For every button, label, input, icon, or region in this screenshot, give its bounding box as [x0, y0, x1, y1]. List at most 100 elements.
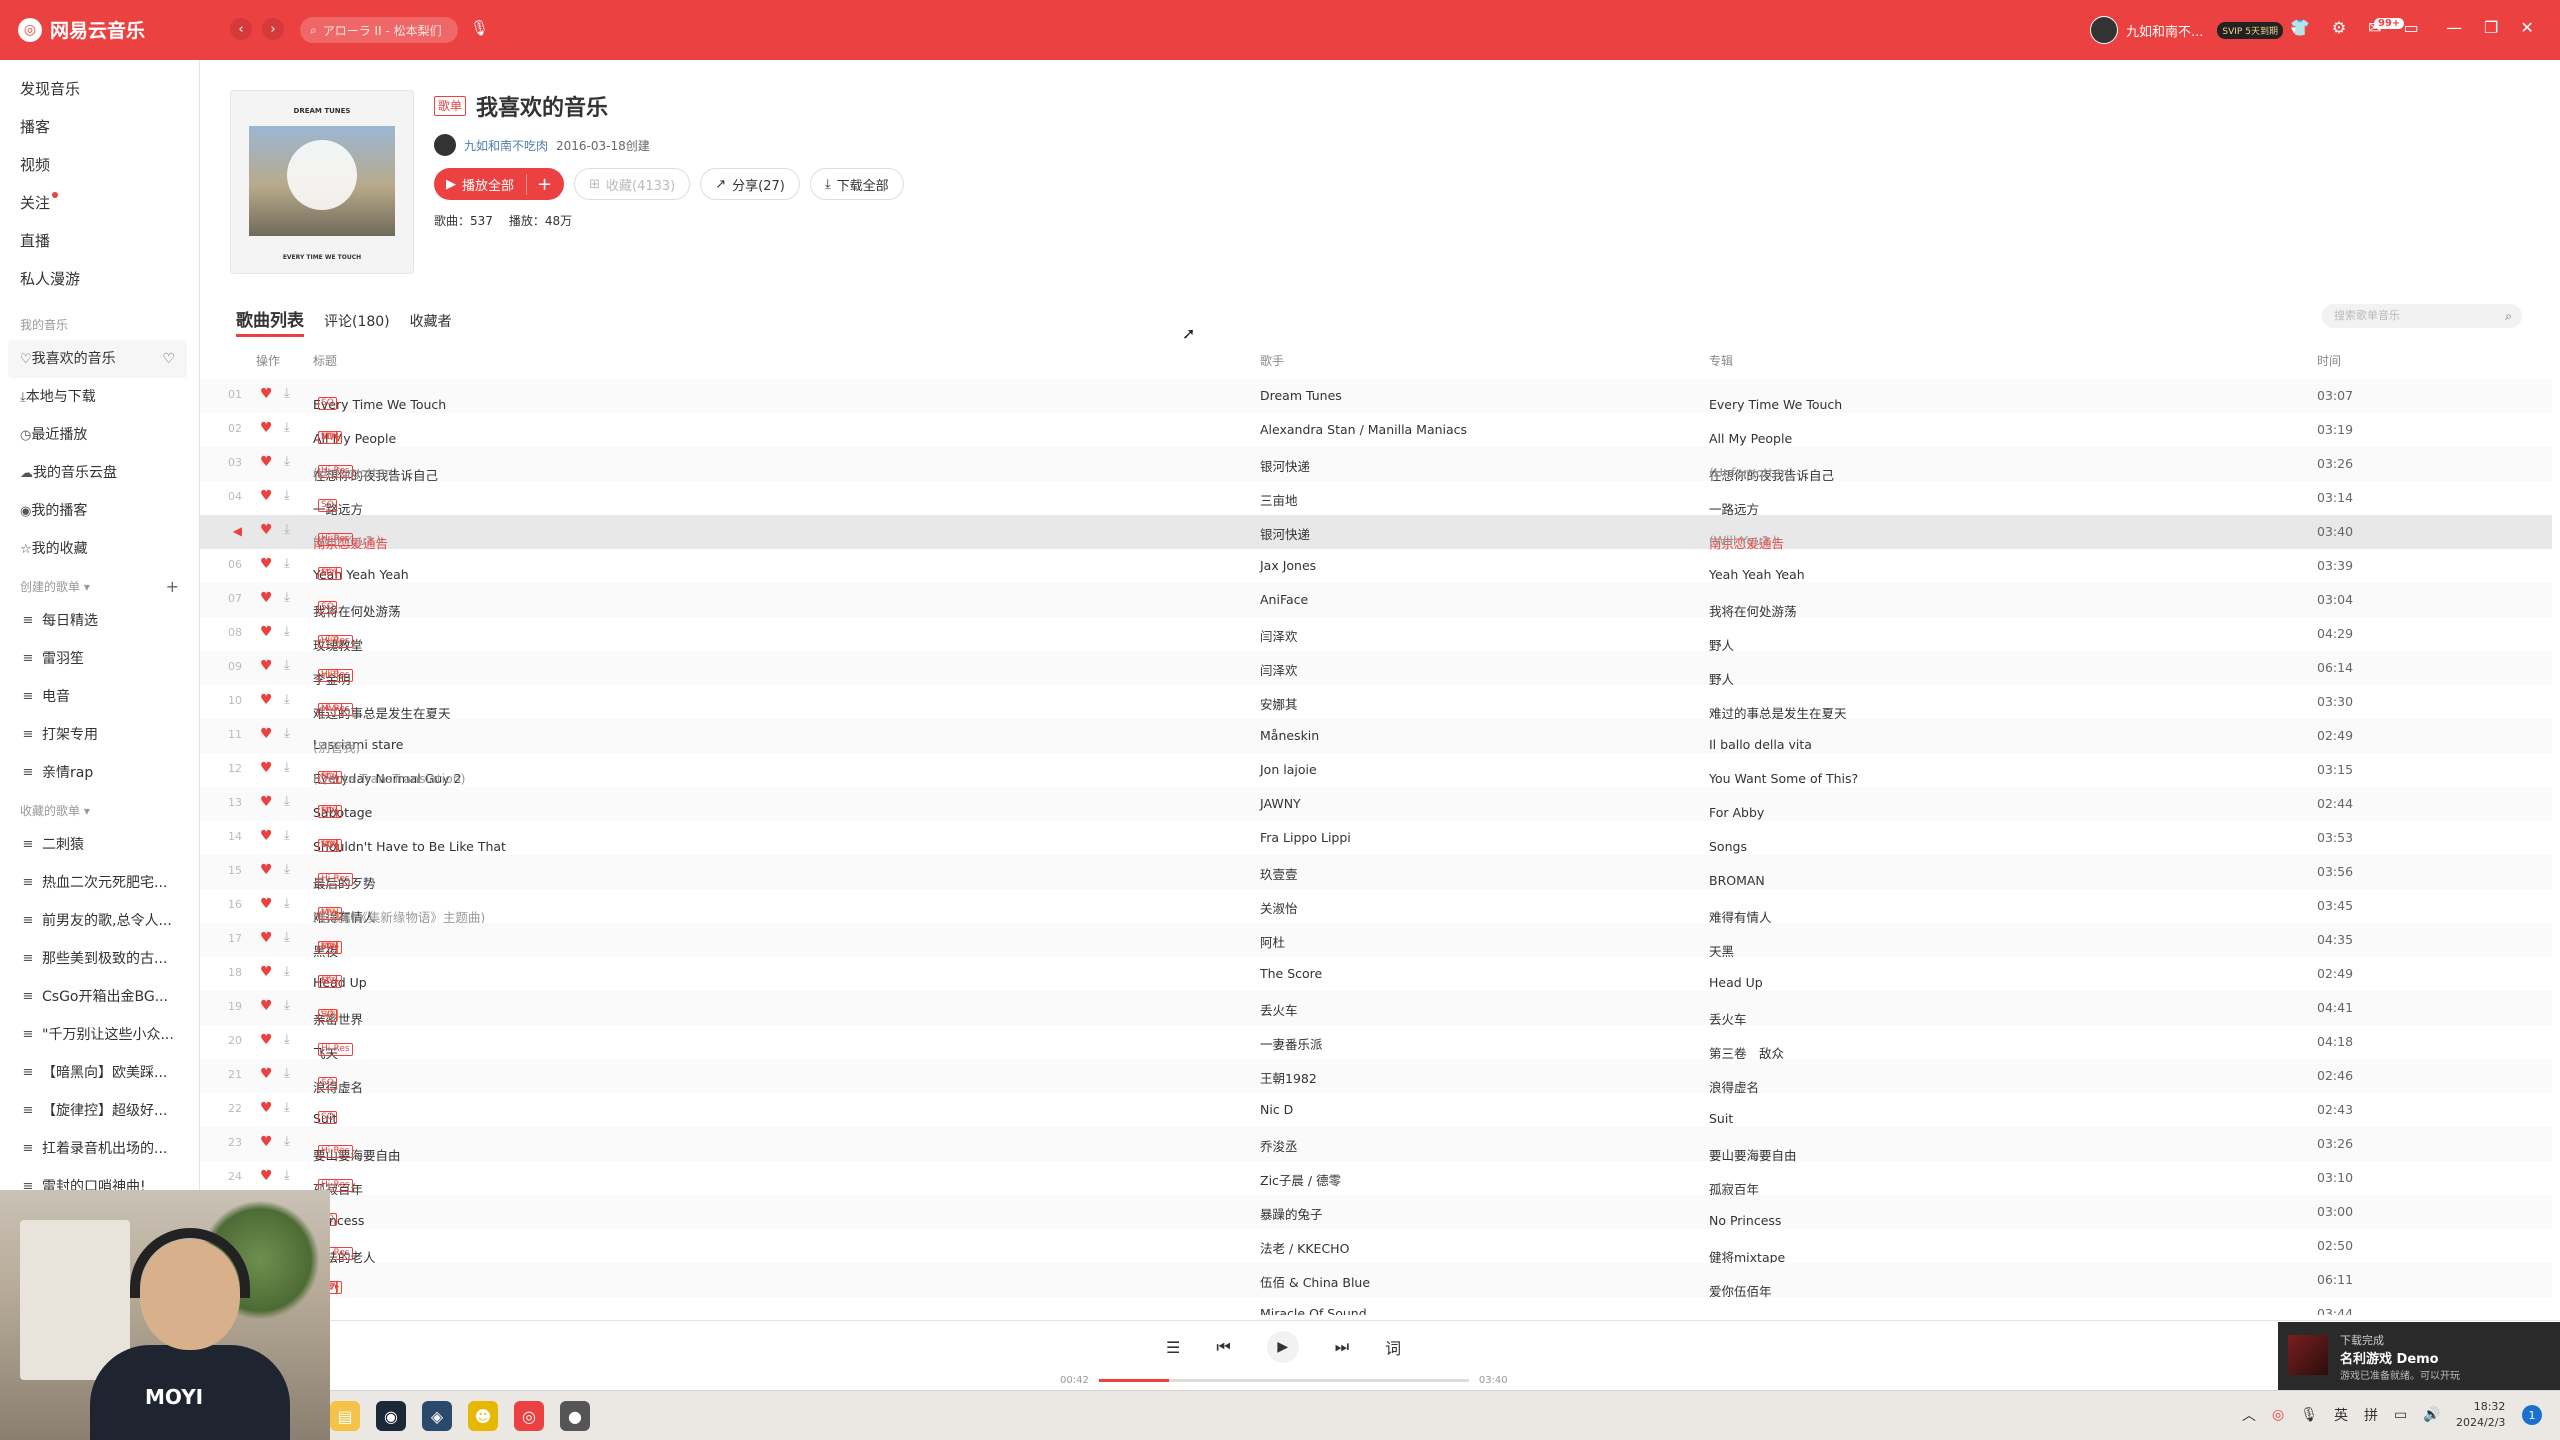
sidebar-item-playlist[interactable]: ≡ 每日精选: [0, 602, 199, 640]
sidebar-item-playlist[interactable]: ≡ 【暗黑向】欧美踩...: [0, 1054, 199, 1092]
play-button[interactable]: ▶: [1266, 1331, 1299, 1363]
table-row[interactable]: 15 ♥ ⤓ 最后的歹势 Hi-Res 玖壹壹 BROMAN 03:56: [200, 855, 2552, 891]
liked-heart-icon[interactable]: ♥: [260, 726, 273, 742]
download-icon[interactable]: ⤓: [284, 1066, 290, 1081]
ime-mode[interactable]: 拼: [2364, 1405, 2378, 1425]
artist-name[interactable]: 闫泽欢: [1260, 660, 1298, 679]
table-row[interactable]: 24 ♥ ⤓ 孤寂百年 Hi-Res Zic子晨 / 德零 孤寂百年 03:10: [200, 1161, 2552, 1197]
liked-heart-icon[interactable]: ♥: [260, 692, 273, 708]
mv-badge[interactable]: MV▸: [318, 839, 343, 852]
table-row[interactable]: 21 ♥ ⤓ 浪得虚名 SQ 王朝1982 浪得虚名 02:46: [200, 1059, 2552, 1095]
liked-heart-icon[interactable]: ♥: [260, 1100, 273, 1116]
search-input[interactable]: ⌕ アローラ II - 松本梨们: [300, 17, 458, 43]
notification-center-badge[interactable]: 1: [2522, 1405, 2542, 1425]
liked-heart-icon[interactable]: ♥: [260, 828, 273, 844]
sidebar-item-playlist[interactable]: ≡ 雷羽笙: [0, 640, 199, 678]
download-icon[interactable]: ⤓: [284, 794, 290, 809]
netease-tray-icon[interactable]: ◎: [2272, 1407, 2284, 1423]
mv-badge[interactable]: MV▸: [318, 431, 343, 444]
artist-name[interactable]: Nic D: [1260, 1102, 1293, 1117]
liked-heart-icon[interactable]: ♥: [260, 1134, 273, 1150]
play-mode-icon[interactable]: ☰: [1166, 1338, 1180, 1357]
liked-heart-icon[interactable]: ♥: [260, 522, 273, 538]
file-explorer-icon[interactable]: ▤: [330, 1401, 360, 1431]
download-icon[interactable]: ⤓: [284, 1168, 290, 1183]
collected-playlists-heading[interactable]: 收藏的歌单 ▾: [0, 796, 199, 826]
table-row[interactable]: 25♥⤓PrincessSQ暴躁的兔子No Princess03:00: [200, 1195, 2552, 1229]
liked-heart-icon[interactable]: ♥: [260, 862, 273, 878]
column-artist[interactable]: 歌手: [1260, 352, 1284, 369]
sidebar-item-my-music[interactable]: ◷最近播放: [0, 416, 199, 454]
sidebar-item-playlist[interactable]: ≡ 【旋律控】超级好...: [0, 1092, 199, 1130]
sidebar-item-my-music[interactable]: ☁我的音乐云盘: [0, 454, 199, 492]
table-row[interactable]: 10 ♥ ⤓ 难过的事总是发生在夏天 Hi-Res MV▸ 安娜其 难过的事总是发生在夏天 03…: [200, 685, 2552, 721]
username[interactable]: 九如和南不...: [2126, 21, 2203, 40]
tab-comments[interactable]: 评论(180): [324, 311, 390, 337]
download-icon[interactable]: ⤓: [284, 556, 290, 571]
vip-badge[interactable]: SVIP 5天到期: [2217, 21, 2283, 39]
liked-heart-icon[interactable]: ♥: [260, 624, 273, 640]
gear-icon[interactable]: ⚙: [2332, 18, 2346, 37]
creator-name[interactable]: 九如和南不吃肉: [464, 137, 548, 154]
download-icon[interactable]: ⤓: [284, 522, 290, 537]
artist-name[interactable]: AniFace: [1260, 592, 1308, 607]
artist-name[interactable]: Måneskin: [1260, 728, 1319, 743]
tab-song-list[interactable]: 歌曲列表: [236, 306, 304, 337]
liked-heart-icon[interactable]: ♥: [260, 556, 273, 572]
artist-name[interactable]: JAWNY: [1260, 796, 1301, 811]
mv-badge[interactable]: MV▸: [318, 907, 343, 920]
table-row[interactable]: 16 ♥ ⤓ 难得有情人 (电视剧《集新缘物语》主题曲) VIP MV▸ 关淑怡 难得有情人 0…: [200, 889, 2552, 925]
download-icon[interactable]: ⤓: [284, 828, 290, 843]
sidebar-item-playlist[interactable]: ≡ 打架专用: [0, 716, 199, 754]
network-icon[interactable]: ▭: [2394, 1407, 2407, 1423]
download-icon[interactable]: ⤓: [284, 590, 290, 605]
sidebar-item-playlist[interactable]: ≡ 亲情rap: [0, 754, 199, 792]
sidebar-item-playlist[interactable]: ≡ "千万别让这些小众...: [0, 1016, 199, 1054]
progress-bar[interactable]: [1098, 1379, 1469, 1382]
table-row[interactable]: 08 ♥ ⤓ 玫瑰教堂 VIP Hi-Res 闫泽欢 野人 04:29: [200, 617, 2552, 653]
forward-arrow-icon[interactable]: ›: [262, 18, 284, 40]
artist-name[interactable]: 一妻番乐派: [1260, 1034, 1323, 1053]
download-all-button[interactable]: ⤓ 下载全部: [809, 168, 904, 200]
sidebar-item-my-music[interactable]: ☆我的收藏: [0, 530, 199, 568]
table-row[interactable]: 13 ♥ ⤓ Sabotage SQ MV▸ JAWNY For Abby 02:44: [200, 787, 2552, 821]
sidebar-item-playlist[interactable]: ≡ 那些美到极致的古...: [0, 940, 199, 978]
table-row[interactable]: ◀ ♥ ⤓ 南京恋爱通告 (Will You? ) Hi-Res 银河快递 南京恋爱通告 (…: [200, 515, 2552, 551]
mv-badge[interactable]: MV▸: [318, 805, 343, 818]
sidebar-item-podcast[interactable]: 播客: [20, 116, 199, 154]
artist-name[interactable]: 阿杜: [1260, 932, 1285, 951]
download-icon[interactable]: ⤓: [284, 998, 290, 1013]
table-row[interactable]: 22 ♥ ⤓ Suit SQ Nic D Suit 02:43: [200, 1093, 2552, 1127]
artist-name[interactable]: The Score: [1260, 966, 1322, 981]
download-icon[interactable]: ⤓: [284, 862, 290, 877]
play-all-button[interactable]: ▶ 播放全部 +: [434, 168, 565, 200]
column-album[interactable]: 专辑: [1709, 352, 1733, 369]
steam-icon[interactable]: ◉: [376, 1401, 406, 1431]
add-playlist-icon[interactable]: +: [166, 572, 179, 602]
download-icon[interactable]: ⤓: [284, 454, 290, 469]
sidebar-item-my-music[interactable]: ◉我的播客: [0, 492, 199, 530]
maximize-icon[interactable]: ❐: [2484, 18, 2498, 37]
table-row[interactable]: 19 ♥ ⤓ 亲密世界 VIP SQ 丢火车 丢火车 04:41: [200, 991, 2552, 1027]
liked-heart-icon[interactable]: ♥: [260, 998, 273, 1014]
table-row[interactable]: 03 ♥ ⤓ 在想你的夜我告诉自己 (Unforgotten) Hi-Res 银河快递 在想…: [200, 447, 2552, 483]
artist-name[interactable]: 法老 / KKECHO: [1260, 1238, 1349, 1257]
artist-name[interactable]: Jon lajoie: [1260, 762, 1317, 777]
mini-mode-icon[interactable]: ▭: [2404, 18, 2419, 37]
column-title[interactable]: 标题: [313, 352, 337, 369]
table-row[interactable]: 04 ♥ ⤓ 一路远方 SQ 三亩地 一路远方 03:14: [200, 481, 2552, 517]
app-icon[interactable]: ●: [560, 1401, 590, 1431]
game-app-icon[interactable]: ☻: [468, 1401, 498, 1431]
sidebar-item-discover[interactable]: 发现音乐: [20, 78, 199, 116]
app-logo[interactable]: ◎ 网易云音乐: [18, 16, 145, 43]
artist-name[interactable]: Alexandra Stan / Manilla Maniacs: [1260, 422, 1467, 437]
sidebar-item-live[interactable]: 直播: [20, 230, 199, 268]
artist-name[interactable]: 关淑怡: [1260, 898, 1298, 917]
sidebar-item-playlist[interactable]: ≡ 前男友的歌,总令人...: [0, 902, 199, 940]
sidebar-item-playlist[interactable]: ≡ CsGo开箱出金BG...: [0, 978, 199, 1016]
game-launcher-icon[interactable]: ◈: [422, 1401, 452, 1431]
mv-badge[interactable]: MV▸: [318, 567, 343, 580]
avatar[interactable]: [2090, 16, 2118, 44]
table-row[interactable]: 27♥⤓叶VIPSQMV▸伍佰 & China Blue爱你伍佰年06:11: [200, 1263, 2552, 1299]
tab-collectors[interactable]: 收藏者: [410, 311, 452, 337]
